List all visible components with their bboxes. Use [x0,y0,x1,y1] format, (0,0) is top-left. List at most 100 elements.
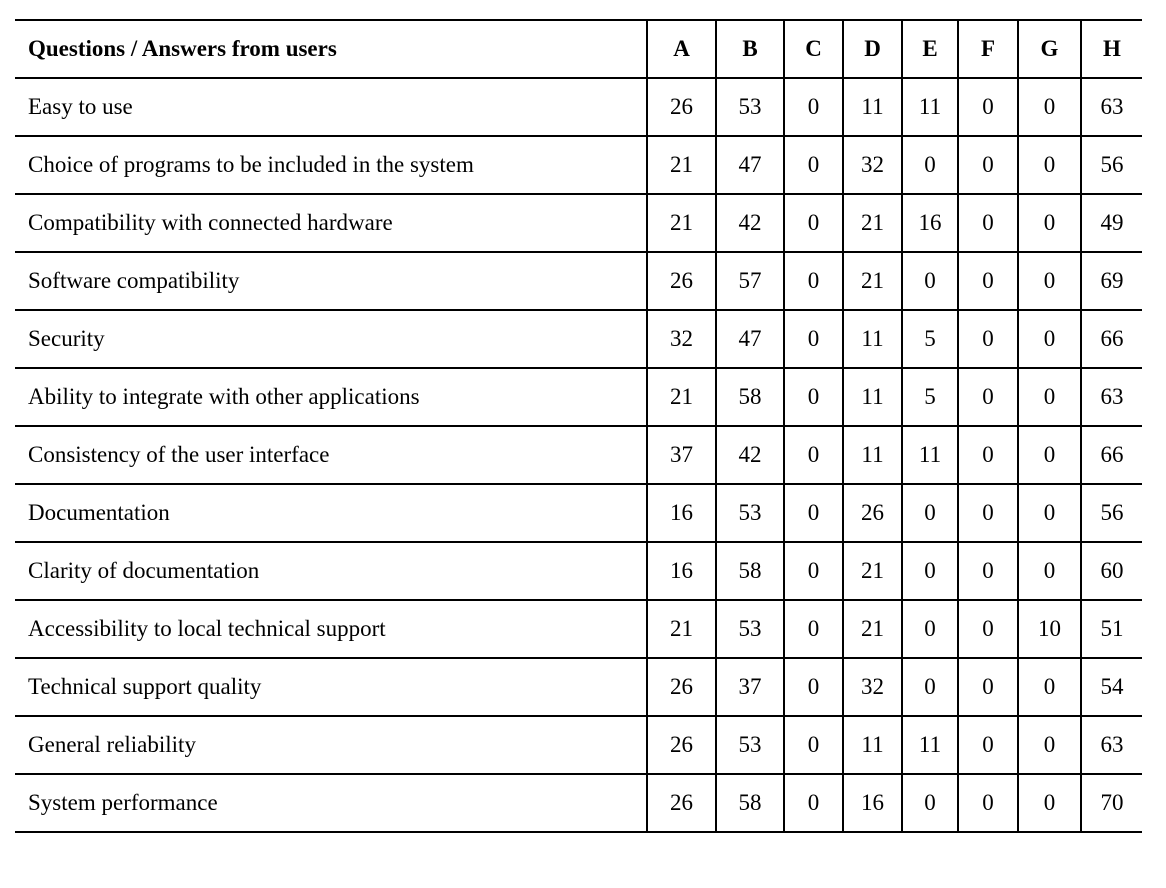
cell-d: 16 [842,773,902,833]
cell-d: 21 [842,599,902,659]
table-row: Technical support quality 26 37 0 32 0 0 0 54 [15,657,1142,717]
row-question: Technical support quality [15,657,647,717]
cell-b: 37 [715,657,784,717]
cell-f: 0 [957,599,1018,659]
cell-e: 0 [901,251,958,311]
cell-d: 21 [842,541,902,601]
cell-e: 11 [901,715,958,775]
cell-b: 53 [715,599,784,659]
header-column-f: F [957,19,1018,79]
row-question: General reliability [15,715,647,775]
cell-c: 0 [783,541,843,601]
cell-g: 0 [1017,657,1081,717]
cell-a: 26 [646,773,716,833]
cell-c: 0 [783,193,843,253]
cell-g: 0 [1017,425,1081,485]
cell-e: 11 [901,425,958,485]
cell-g: 0 [1017,251,1081,311]
cell-c: 0 [783,773,843,833]
cell-a: 21 [646,599,716,659]
cell-b: 47 [715,309,784,369]
cell-a: 16 [646,483,716,543]
table-row: Documentation 16 53 0 26 0 0 0 56 [15,483,1142,543]
cell-e: 0 [901,483,958,543]
table-row: Security 32 47 0 11 5 0 0 66 [15,309,1142,369]
cell-b: 53 [715,715,784,775]
cell-g: 0 [1017,77,1081,137]
row-question: Software compatibility [15,251,647,311]
cell-a: 21 [646,135,716,195]
cell-e: 0 [901,657,958,717]
table-body: Easy to use 26 53 0 11 11 0 0 63 Choice of progra… [15,77,1142,833]
cell-a: 16 [646,541,716,601]
cell-b: 47 [715,135,784,195]
cell-h: 63 [1080,367,1142,427]
cell-a: 26 [646,251,716,311]
header-column-a: A [646,19,716,79]
cell-e: 11 [901,77,958,137]
table-row: Choice of programs to be included in the… [15,135,1142,195]
cell-c: 0 [783,599,843,659]
row-question: Consistency of the user interface [15,425,647,485]
header-column-c: C [783,19,843,79]
cell-c: 0 [783,251,843,311]
table-row: Accessibility to local technical support… [15,599,1142,659]
cell-e: 5 [901,367,958,427]
row-question: Documentation [15,483,647,543]
cell-c: 0 [783,309,843,369]
cell-g: 0 [1017,135,1081,195]
header-column-e: E [901,19,958,79]
row-question: Easy to use [15,77,647,137]
cell-g: 10 [1017,599,1081,659]
table-row: System performance 26 58 0 16 0 0 0 70 [15,773,1142,833]
cell-h: 63 [1080,715,1142,775]
cell-a: 21 [646,367,716,427]
table-row: Clarity of documentation 16 58 0 21 0 0 0 60 [15,541,1142,601]
cell-a: 26 [646,77,716,137]
row-question: Security [15,309,647,369]
cell-f: 0 [957,251,1018,311]
cell-a: 37 [646,425,716,485]
cell-e: 0 [901,541,958,601]
cell-b: 42 [715,425,784,485]
row-question: System performance [15,773,647,833]
cell-h: 49 [1080,193,1142,253]
cell-d: 21 [842,251,902,311]
cell-h: 56 [1080,483,1142,543]
cell-f: 0 [957,657,1018,717]
cell-c: 0 [783,483,843,543]
cell-c: 0 [783,657,843,717]
cell-d: 11 [842,309,902,369]
cell-h: 66 [1080,425,1142,485]
cell-f: 0 [957,193,1018,253]
cell-d: 11 [842,367,902,427]
cell-g: 0 [1017,193,1081,253]
cell-e: 0 [901,135,958,195]
cell-h: 56 [1080,135,1142,195]
row-question: Compatibility with connected hardware [15,193,647,253]
cell-e: 0 [901,599,958,659]
cell-f: 0 [957,773,1018,833]
cell-d: 32 [842,657,902,717]
cell-f: 0 [957,309,1018,369]
cell-d: 11 [842,77,902,137]
cell-b: 58 [715,541,784,601]
header-question-label: Questions / Answers from users [15,19,647,79]
header-column-h: H [1080,19,1142,79]
cell-h: 60 [1080,541,1142,601]
cell-h: 69 [1080,251,1142,311]
table-row: Consistency of the user interface 37 42 0 11… [15,425,1142,485]
header-column-b: B [715,19,784,79]
cell-b: 53 [715,77,784,137]
cell-b: 58 [715,367,784,427]
cell-f: 0 [957,135,1018,195]
cell-g: 0 [1017,483,1081,543]
cell-g: 0 [1017,309,1081,369]
table-row: Software compatibility 26 57 0 21 0 0 0 69 [15,251,1142,311]
row-question: Clarity of documentation [15,541,647,601]
table-header-row: Questions / Answers from users A B C D E… [15,19,1142,79]
table-row: Easy to use 26 53 0 11 11 0 0 63 [15,77,1142,137]
cell-f: 0 [957,483,1018,543]
cell-h: 70 [1080,773,1142,833]
cell-h: 63 [1080,77,1142,137]
